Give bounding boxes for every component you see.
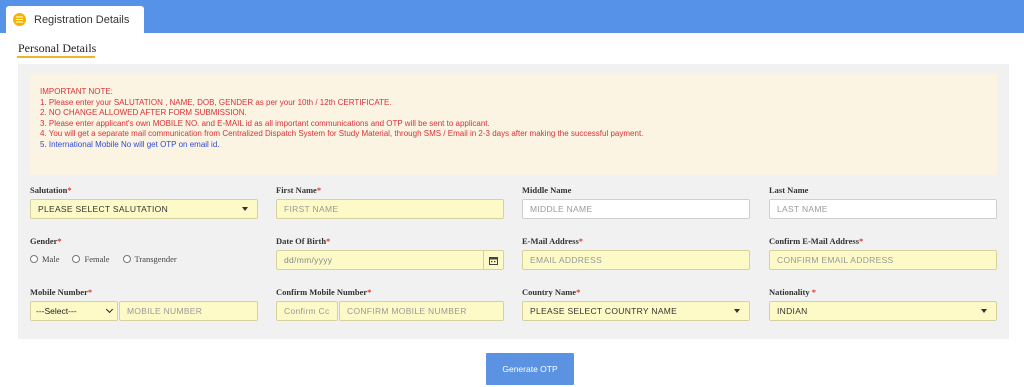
email-placeholder: EMAIL ADDRESS [530, 255, 603, 265]
note-line: 5. International Mobile No will get OTP … [40, 139, 220, 149]
first-name-label: First Name* [276, 185, 322, 195]
mobile-code-value: ---Select--- [36, 306, 77, 316]
mobile-input[interactable]: MOBILE NUMBER [119, 301, 258, 321]
mobile-placeholder: MOBILE NUMBER [127, 306, 203, 316]
note-line: 4. You will get a separate mail communic… [40, 129, 644, 139]
list-icon [13, 13, 26, 26]
tab-registration-details[interactable]: Registration Details [6, 6, 144, 33]
mobile-code-select[interactable]: ---Select--- [30, 301, 118, 321]
gender-label: Gender* [30, 236, 62, 246]
mobile-label: Mobile Number* [30, 287, 93, 297]
last-name-input[interactable]: LAST NAME [769, 199, 997, 219]
last-name-label: Last Name [769, 185, 809, 195]
gender-radio-transgender[interactable]: Transgender [122, 254, 177, 264]
confirm-email-placeholder: CONFIRM EMAIL ADDRESS [777, 255, 894, 265]
note-line: 2. NO CHANGE ALLOWED AFTER FORM SUBMISSI… [40, 108, 247, 118]
confirm-mobile-placeholder: CONFIRM MOBILE NUMBER [347, 306, 467, 316]
important-note: IMPORTANT NOTE: 1. Please enter your SAL… [30, 74, 997, 175]
radio-label: Female [84, 254, 110, 264]
calendar-icon[interactable] [483, 250, 503, 270]
confirm-code-placeholder: Confirm Cc [284, 306, 330, 316]
salutation-value: PLEASE SELECT SALUTATION [38, 204, 169, 214]
confirm-email-input[interactable]: CONFIRM EMAIL ADDRESS [769, 250, 997, 270]
first-name-input[interactable]: FIRST NAME [276, 199, 504, 219]
nationality-select[interactable]: INDIAN [769, 301, 997, 321]
first-name-placeholder: FIRST NAME [284, 204, 339, 214]
note-line: 1. Please enter your SALUTATION , NAME, … [40, 97, 392, 107]
caret-down-icon [242, 207, 248, 211]
email-label: E-Mail Address* [522, 236, 584, 246]
confirm-mobile-input[interactable]: CONFIRM MOBILE NUMBER [339, 301, 504, 321]
radio-label: Transgender [134, 254, 177, 264]
section-underline [17, 56, 95, 58]
country-label: Country Name* [522, 287, 581, 297]
note-heading: IMPORTANT NOTE: [40, 87, 113, 96]
gender-radio-male[interactable]: Male [30, 254, 59, 264]
email-input[interactable]: EMAIL ADDRESS [522, 250, 750, 270]
nationality-label: Nationality * [769, 287, 816, 297]
country-select[interactable]: PLEASE SELECT COUNTRY NAME [522, 301, 750, 321]
dob-label: Date Of Birth* [276, 236, 331, 246]
dob-placeholder: dd/mm/yyyy [284, 255, 333, 265]
top-bar: Registration Details [0, 0, 1024, 33]
confirm-mobile-label: Confirm Mobile Number* [276, 287, 372, 297]
section-title: Personal Details [18, 41, 97, 55]
generate-otp-button[interactable]: Generate OTP [486, 353, 574, 385]
radio-label: Male [42, 254, 60, 264]
radio-icon [122, 255, 131, 263]
nationality-value: INDIAN [777, 306, 808, 316]
confirm-mobile-code-input[interactable]: Confirm Cc [276, 301, 338, 321]
form-panel: IMPORTANT NOTE: 1. Please enter your SAL… [18, 64, 1009, 339]
tab-label: Registration Details [34, 13, 130, 26]
middle-name-placeholder: MIDDLE NAME [530, 204, 593, 214]
chevron-down-icon [105, 305, 114, 314]
gender-radio-female[interactable]: Female [72, 254, 110, 264]
dob-input[interactable]: dd/mm/yyyy [276, 250, 504, 270]
radio-icon [30, 255, 38, 263]
salutation-label: Salutation* [30, 185, 72, 195]
country-value: PLEASE SELECT COUNTRY NAME [530, 306, 678, 316]
radio-icon [72, 255, 81, 263]
middle-name-label: Middle Name [522, 185, 572, 195]
middle-name-input[interactable]: MIDDLE NAME [522, 199, 750, 219]
salutation-select[interactable]: PLEASE SELECT SALUTATION [30, 199, 258, 219]
last-name-placeholder: LAST NAME [777, 204, 828, 214]
gender-radio-group: Male Female Transgender [30, 254, 190, 264]
caret-down-icon [734, 309, 740, 313]
note-line: 3. Please enter applicant's own MOBILE N… [40, 118, 490, 128]
confirm-email-label: Confirm E-Mail Address* [769, 236, 864, 246]
caret-down-icon [981, 309, 987, 313]
